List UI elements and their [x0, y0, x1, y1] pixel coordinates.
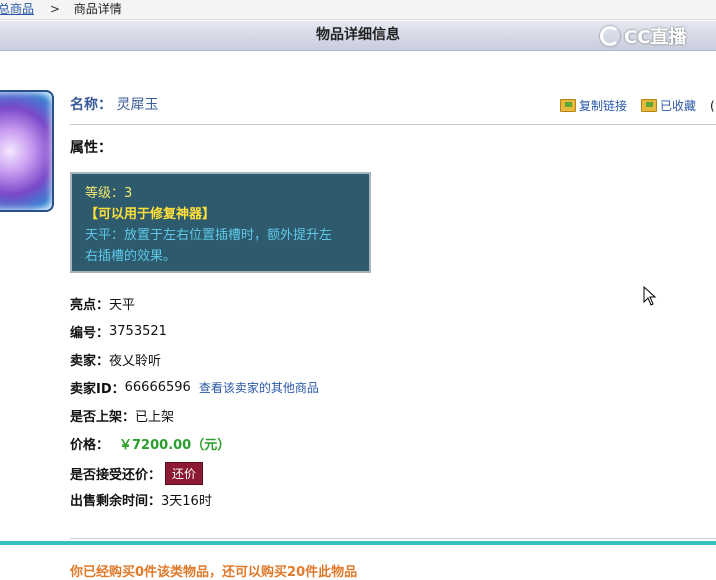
listed-value: 已上架	[135, 410, 175, 425]
attributes-box: 等级：3 【可以用于修复神器】 天平：放置于左右位置插槽时，额外提升左 右插槽的…	[70, 172, 371, 273]
time-left-value: 3天16时	[161, 494, 212, 509]
seller-id-label: 卖家ID：	[70, 382, 125, 397]
number-value: 3753521	[109, 324, 167, 339]
attribute-level: 等级：3	[85, 186, 133, 201]
seller-label: 卖家：	[70, 354, 110, 369]
counter-offer-label: 是否接受还价：	[70, 468, 162, 483]
folder-icon	[560, 99, 576, 112]
highlight-value: 天平	[109, 298, 136, 313]
field-number: 编号： 3753521	[70, 322, 167, 341]
cc-live-watermark: CC直播	[600, 24, 686, 48]
listed-label: 是否上架：	[70, 410, 136, 425]
item-actions: 复制链接 已收藏 (	[560, 97, 715, 114]
field-listed: 是否上架： 已上架	[70, 406, 174, 425]
attribute-usage: 【可以用于修复神器】	[85, 207, 216, 222]
footer-divider	[70, 538, 716, 539]
item-image	[0, 90, 54, 212]
folder-add-icon	[641, 99, 658, 112]
purchase-limit-text: 你已经购买0件该类物品，还可以购买20件此物品	[70, 565, 358, 580]
highlight-label: 亮点：	[70, 298, 110, 313]
number-label: 编号：	[70, 326, 110, 341]
logo-text: CC直播	[624, 27, 687, 48]
favorite-button[interactable]: 已收藏	[641, 97, 696, 114]
time-left-label: 出售剩余时间：	[70, 494, 162, 509]
breadcrumb-separator: >	[49, 2, 60, 16]
breadcrumb: 总商品 > 商品详情	[0, 0, 716, 20]
counter-offer-button[interactable]: 还价	[165, 462, 204, 485]
breadcrumb-current: 商品详情	[73, 2, 122, 16]
attribute-effect-line2: 右插槽的效果。	[85, 249, 177, 264]
favorite-label: 已收藏	[660, 99, 697, 113]
field-highlight: 亮点： 天平	[70, 294, 135, 313]
item-name-label: 名称：	[70, 97, 112, 113]
breadcrumb-link-all-items[interactable]: 总商品	[0, 2, 34, 16]
field-counter-offer: 是否接受还价： 还价	[70, 462, 204, 485]
attribute-effect-line1: 天平：放置于左右位置插槽时，额外提升左	[85, 228, 333, 243]
price-value: ￥7200.00（元）	[119, 438, 231, 453]
item-name-row: 名称： 灵犀玉	[70, 94, 158, 114]
seller-other-items-link[interactable]: 查看该卖家的其他商品	[199, 379, 319, 396]
attributes-label: 属性：	[70, 140, 112, 156]
field-seller: 卖家： 夜乂聆听	[70, 350, 161, 369]
copy-link-button[interactable]: 复制链接	[560, 97, 627, 114]
cc-logo-icon	[600, 26, 620, 46]
extra-action[interactable]: (	[710, 97, 715, 114]
field-time-left: 出售剩余时间： 3天16时	[70, 490, 212, 509]
seller-value: 夜乂聆听	[109, 354, 162, 369]
name-divider	[70, 124, 716, 125]
field-price: 价格： ￥7200.00（元）	[70, 434, 230, 453]
footer-accent-bar	[0, 541, 716, 545]
copy-link-label: 复制链接	[579, 99, 628, 113]
field-seller-id: 卖家ID： 66666596 查看该卖家的其他商品	[70, 378, 319, 397]
seller-id-value: 66666596	[124, 380, 191, 395]
price-label: 价格：	[70, 438, 110, 453]
item-name: 灵犀玉	[116, 97, 159, 113]
